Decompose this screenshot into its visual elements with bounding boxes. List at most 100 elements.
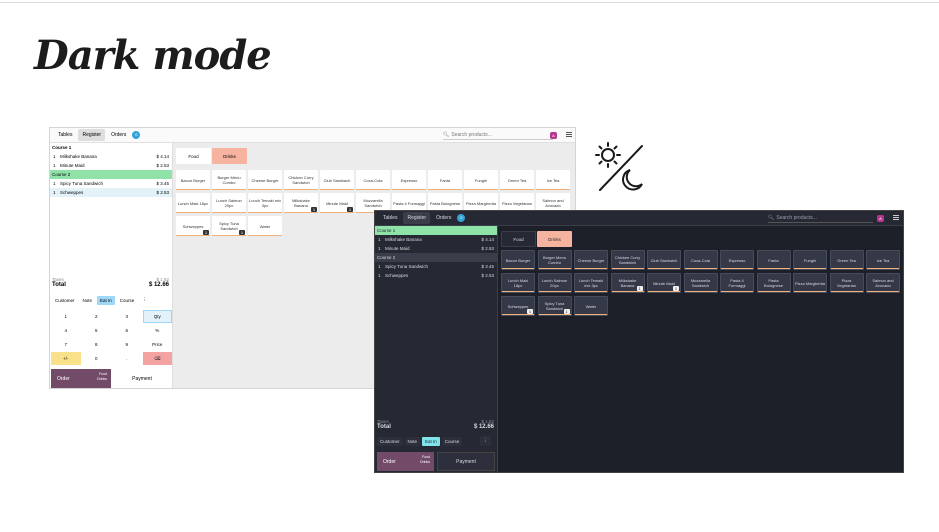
- product-card[interactable]: Green Tea: [500, 170, 534, 190]
- product-card[interactable]: Milkshake Banana 1: [284, 193, 318, 213]
- product-card[interactable]: Water: [248, 216, 282, 236]
- product-card[interactable]: Minute Maid 1: [320, 193, 354, 213]
- product-card[interactable]: Lunch Temaki mix 3pc: [574, 273, 608, 293]
- product-card[interactable]: Fanta: [756, 250, 791, 270]
- hamburger-menu-icon[interactable]: [893, 215, 899, 221]
- product-card[interactable]: Lunch Salmon 20pc: [537, 273, 572, 293]
- product-card[interactable]: Club Sandwich: [647, 250, 681, 270]
- numpad-key[interactable]: 6: [112, 324, 142, 337]
- product-card[interactable]: Schweppes 1: [501, 296, 535, 316]
- product-card[interactable]: Cheese Burger: [574, 250, 608, 270]
- tab-tables[interactable]: Tables: [379, 212, 401, 224]
- product-card[interactable]: Espresso: [392, 170, 426, 190]
- product-card[interactable]: Salmon and Avocado: [866, 273, 900, 293]
- numpad-key[interactable]: +/-: [51, 352, 81, 365]
- tab-orders[interactable]: Orders: [432, 212, 455, 224]
- numpad-key[interactable]: 2: [81, 310, 111, 323]
- order-line[interactable]: 1 Minute Maid $ 2.53: [50, 161, 172, 170]
- note-button[interactable]: Note: [404, 436, 421, 446]
- numpad-key[interactable]: 1: [51, 310, 81, 323]
- product-card[interactable]: Pizza Vegetarian: [829, 273, 864, 293]
- order-line-selected[interactable]: 1 Schweppes $ 2.53: [50, 188, 172, 197]
- course-1-header[interactable]: Course 1: [375, 226, 497, 235]
- course-1-header[interactable]: Course 1: [50, 143, 172, 152]
- product-card[interactable]: Burger Menu Combo: [212, 170, 246, 190]
- more-options-icon[interactable]: ⋮: [139, 295, 150, 305]
- tab-orders[interactable]: Orders: [107, 129, 130, 141]
- product-card[interactable]: Minute Maid 1: [647, 273, 681, 293]
- order-line[interactable]: 1 Minute Maid $ 2.53: [375, 244, 497, 253]
- course-2-header[interactable]: Course 2: [375, 253, 497, 262]
- product-card[interactable]: Funghi: [793, 250, 827, 270]
- product-card[interactable]: Mozzarella Sandwich: [683, 273, 718, 293]
- customer-button[interactable]: Customer: [52, 296, 78, 305]
- numpad-key[interactable]: 7: [51, 338, 81, 351]
- payment-button[interactable]: Payment: [437, 452, 495, 471]
- numpad-key[interactable]: Price: [142, 338, 172, 351]
- product-card[interactable]: Pasta 4 Formaggi: [720, 273, 754, 293]
- product-card[interactable]: Pizza Margherita: [793, 273, 827, 293]
- product-card[interactable]: Milkshake Banana 1: [610, 273, 645, 293]
- product-card[interactable]: Lunch Maki 18pc: [176, 193, 210, 213]
- numpad-key[interactable]: 8: [81, 338, 111, 351]
- numpad-key[interactable]: 4: [51, 324, 81, 337]
- product-card[interactable]: Chicken Curry Sandwich: [610, 250, 645, 270]
- numpad-key[interactable]: ⌫: [142, 352, 172, 365]
- hamburger-menu-icon[interactable]: [566, 132, 572, 138]
- product-card[interactable]: Pasta Bolognese: [756, 273, 791, 293]
- product-card[interactable]: Burger Menu Combo: [537, 250, 572, 270]
- product-card[interactable]: Ice Tea: [866, 250, 900, 270]
- order-line[interactable]: 1 Milkshake Banana $ 4.14: [50, 152, 172, 161]
- profile-badge[interactable]: A: [877, 215, 884, 222]
- order-button[interactable]: Order Food Drinks: [51, 369, 111, 388]
- product-card[interactable]: Ice Tea: [536, 170, 570, 190]
- order-line[interactable]: 1 Spicy Tuna Sandwich $ 3.45: [375, 262, 497, 271]
- payment-button[interactable]: Payment: [112, 369, 172, 388]
- order-line[interactable]: 1 Spicy Tuna Sandwich $ 3.45: [50, 179, 172, 188]
- profile-badge[interactable]: A: [550, 132, 557, 139]
- category-drinks[interactable]: Drinks: [212, 148, 247, 164]
- product-card[interactable]: Espresso: [720, 250, 754, 270]
- category-food[interactable]: Food: [176, 148, 211, 164]
- tab-register[interactable]: Register: [403, 212, 431, 224]
- product-card[interactable]: Spicy Tuna Sandwich 1: [537, 296, 572, 316]
- order-line[interactable]: 1 Schweppes $ 2.53: [375, 271, 497, 280]
- product-card[interactable]: Lunch Maki 18pc: [501, 273, 535, 293]
- product-card[interactable]: Lunch Temaki mix 3pc: [248, 193, 282, 213]
- course-button[interactable]: Course: [441, 436, 463, 446]
- product-card[interactable]: Club Sandwich: [320, 170, 354, 190]
- product-card[interactable]: Green Tea: [829, 250, 864, 270]
- order-line[interactable]: 1 Milkshake Banana $ 4.14: [375, 235, 497, 244]
- product-card[interactable]: Water: [574, 296, 608, 316]
- order-button[interactable]: Order Food Drinks: [377, 452, 434, 471]
- eat-in-button[interactable]: Eat In: [97, 295, 115, 305]
- eat-in-button[interactable]: Eat In: [422, 436, 440, 446]
- numpad-key[interactable]: Qty: [142, 310, 172, 323]
- category-food[interactable]: Food: [501, 231, 536, 247]
- product-card[interactable]: Funghi: [464, 170, 498, 190]
- search-input[interactable]: 🔍︎ Search products...: [443, 131, 553, 140]
- product-card[interactable]: Chicken Curry Sandwich: [284, 170, 318, 190]
- product-card[interactable]: Bacon Burger: [176, 170, 210, 190]
- note-button[interactable]: Note: [80, 296, 96, 305]
- product-card[interactable]: Coca-Cola: [356, 170, 390, 190]
- course-button[interactable]: Course: [117, 296, 138, 305]
- search-input[interactable]: 🔍︎ Search products...: [768, 214, 873, 223]
- product-card[interactable]: Lunch Salmon 20pc: [212, 193, 246, 213]
- tab-tables[interactable]: Tables: [54, 129, 76, 141]
- course-2-header[interactable]: Course 2: [50, 170, 172, 179]
- product-card[interactable]: Bacon Burger: [501, 250, 535, 270]
- numpad-key[interactable]: 9: [112, 338, 142, 351]
- product-card[interactable]: Spicy Tuna Sandwich 1: [212, 216, 246, 236]
- product-card[interactable]: Fanta: [428, 170, 462, 190]
- category-drinks[interactable]: Drinks: [537, 231, 572, 247]
- customer-button[interactable]: Customer: [377, 436, 403, 446]
- more-options-icon[interactable]: ⋮: [480, 436, 491, 446]
- product-card[interactable]: Schweppes 1: [176, 216, 210, 236]
- numpad-key[interactable]: 3: [112, 310, 142, 323]
- numpad-key[interactable]: 5: [81, 324, 111, 337]
- tab-register[interactable]: Register: [78, 129, 106, 141]
- product-card[interactable]: Cheese Burger: [248, 170, 282, 190]
- numpad-key[interactable]: 0: [81, 352, 111, 365]
- product-card[interactable]: Coca-Cola: [683, 250, 718, 270]
